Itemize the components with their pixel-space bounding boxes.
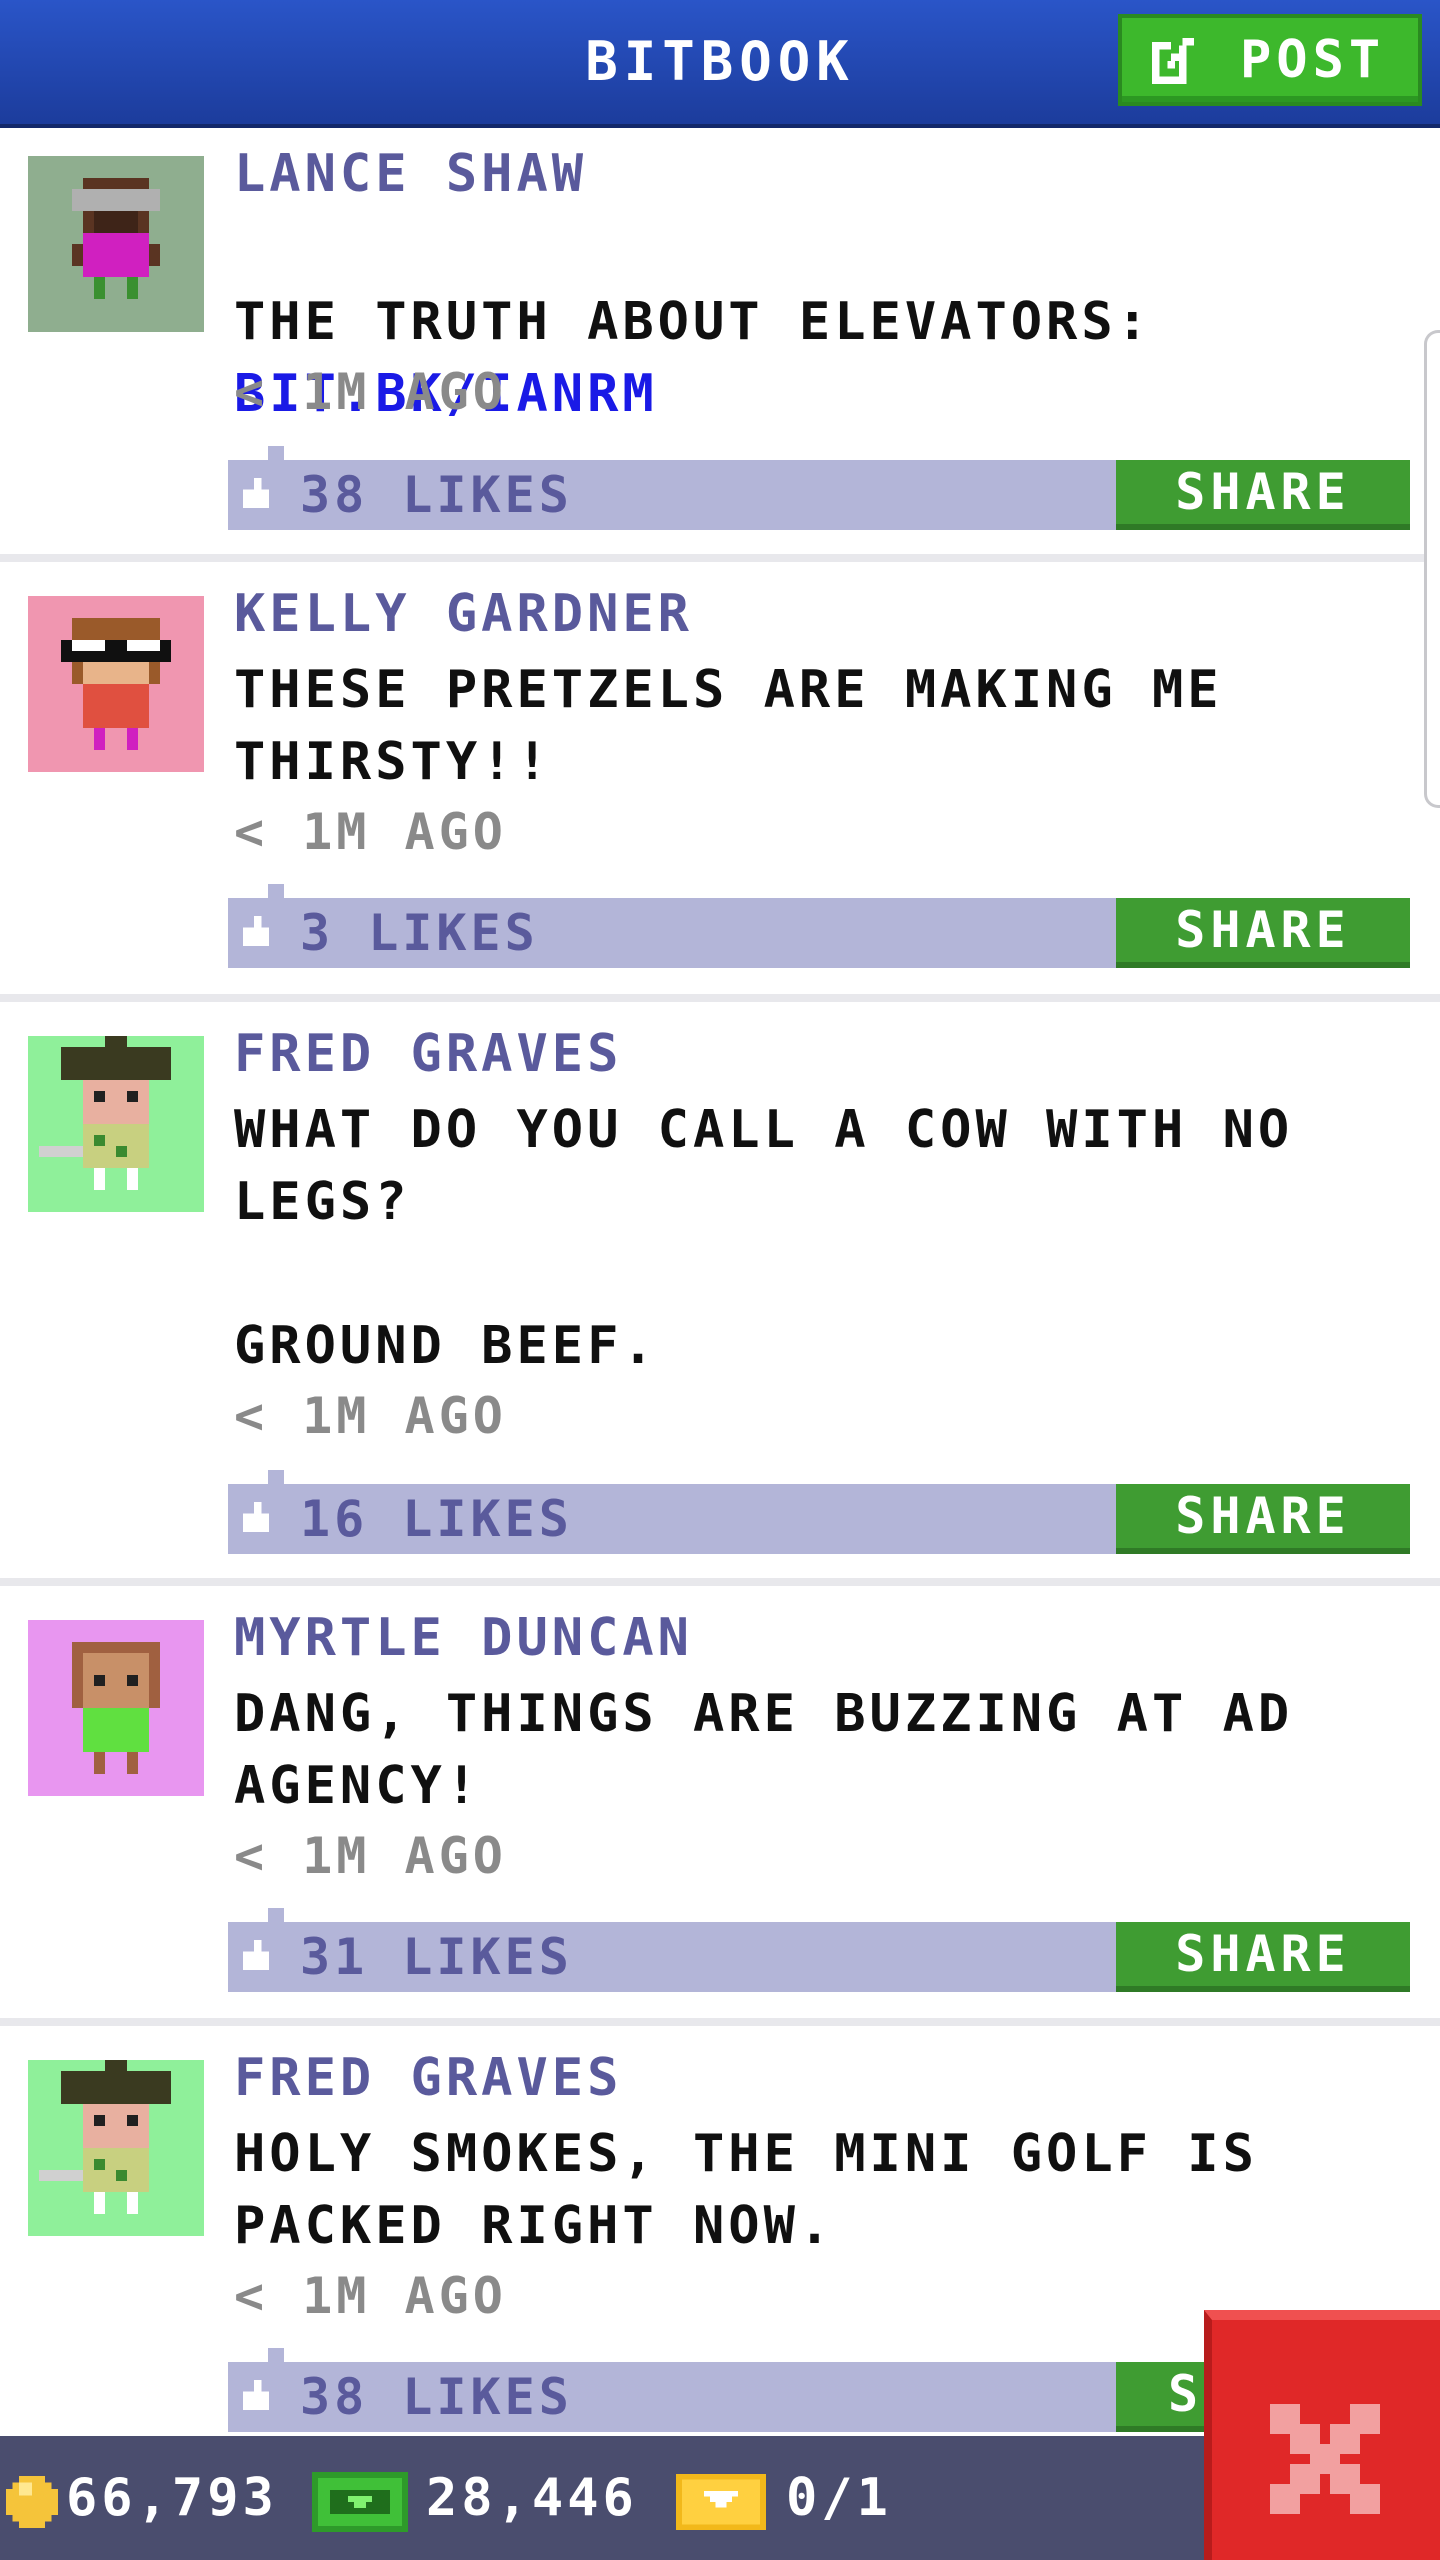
tickets-count: 0/1 [786, 2468, 892, 2528]
thumbs-up-icon[interactable] [242, 478, 270, 508]
like-bar-tab [268, 884, 284, 898]
post-message: THE TRUTH ABOUT ELEVATORS: BIT.BK/IANRM [234, 214, 1394, 502]
avatar [28, 1620, 204, 1796]
post-time: < 1M AGO [234, 1827, 507, 1885]
like-bar: 38 LIKES SHARE [228, 446, 1410, 530]
post-author[interactable]: FRED GRAVES [234, 1024, 622, 1084]
post-author[interactable]: FRED GRAVES [234, 2048, 622, 2108]
post-message: WHAT DO YOU CALL A COW WITH NO LEGS? GRO… [234, 1100, 1294, 1376]
avatar [28, 1036, 204, 1212]
post-message: HOLY SMOKES, THE MINI GOLF IS PACKED RIG… [234, 2124, 1258, 2256]
share-button[interactable]: SHARE [1116, 1922, 1410, 1992]
post-author[interactable]: MYRTLE DUNCAN [234, 1608, 693, 1668]
thumbs-up-icon[interactable] [242, 916, 270, 946]
post-message: DANG, THINGS ARE BUZZING AT AD AGENCY! [234, 1684, 1294, 1816]
close-icon [1270, 2404, 1380, 2514]
like-bar: 31 LIKES SHARE [228, 1908, 1410, 1992]
post-time: < 1M AGO [234, 363, 507, 421]
post-author[interactable]: LANCE SHAW [234, 144, 587, 204]
like-bar-tab [268, 446, 284, 460]
post-time: < 1M AGO [234, 2267, 507, 2325]
post-message: THESE PRETZELS ARE MAKING ME THIRSTY!! [234, 660, 1223, 792]
close-button[interactable] [1204, 2310, 1440, 2560]
post-button[interactable]: POST [1118, 14, 1422, 106]
likes-count: 16 LIKES [300, 1490, 573, 1548]
header-bar: BITBOOK POST [0, 0, 1440, 128]
likes-count: 38 LIKES [300, 466, 573, 524]
likes-count: 38 LIKES [300, 2368, 573, 2426]
coin-icon [6, 2476, 58, 2528]
likes-count: 31 LIKES [300, 1928, 573, 1986]
share-button[interactable]: SHARE [1116, 898, 1410, 968]
like-bar-tab [268, 1470, 284, 1484]
share-button[interactable]: SHARE [1116, 1484, 1410, 1554]
post-time: < 1M AGO [234, 803, 507, 861]
post-time: < 1M AGO [234, 1387, 507, 1445]
post-button-label: POST [1240, 30, 1386, 90]
avatar [28, 596, 204, 772]
bux-icon [312, 2472, 408, 2532]
ticket-icon [676, 2474, 766, 2530]
post-message-text: THE TRUTH ABOUT ELEVATORS: [234, 292, 1152, 352]
coins-count: 66,793 [66, 2468, 278, 2528]
edit-icon [1152, 38, 1195, 84]
likes-count: 3 LIKES [300, 904, 539, 962]
post-author[interactable]: KELLY GARDNER [234, 584, 693, 644]
like-bar-tab [268, 1908, 284, 1922]
like-bar-tab [268, 2348, 284, 2362]
feed-post: LANCE SHAW THE TRUTH ABOUT ELEVATORS: BI… [0, 124, 1440, 562]
thumbs-up-icon[interactable] [242, 2380, 270, 2410]
feed-post: FRED GRAVES WHAT DO YOU CALL A COW WITH … [0, 1002, 1440, 1586]
like-bar: 16 LIKES SHARE [228, 1470, 1410, 1554]
like-bar: 3 LIKES SHARE [228, 884, 1410, 968]
thumbs-up-icon[interactable] [242, 1502, 270, 1532]
avatar [28, 156, 204, 332]
bux-count: 28,446 [426, 2468, 638, 2528]
scroll-indicator[interactable] [1424, 330, 1440, 808]
avatar [28, 2060, 204, 2236]
feed-post: KELLY GARDNER THESE PRETZELS ARE MAKING … [0, 562, 1440, 1002]
feed-post: MYRTLE DUNCAN DANG, THINGS ARE BUZZING A… [0, 1586, 1440, 2026]
share-button[interactable]: SHARE [1116, 460, 1410, 530]
thumbs-up-icon[interactable] [242, 1940, 270, 1970]
